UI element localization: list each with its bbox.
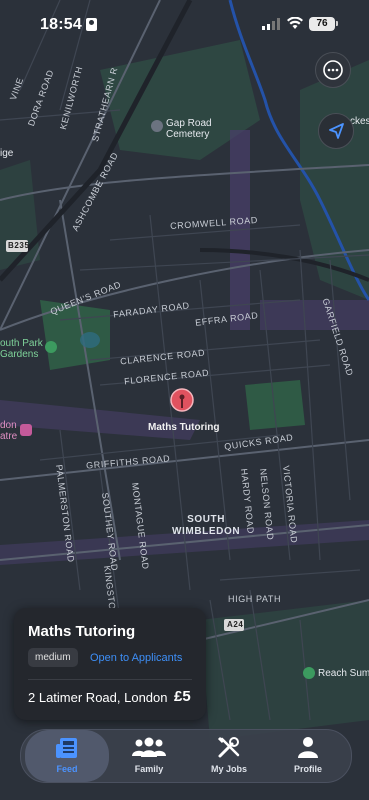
- tab-feed-label: Feed: [56, 764, 78, 774]
- map-label-ige: ige: [0, 148, 14, 159]
- job-status-link[interactable]: Open to Applicants: [90, 652, 182, 664]
- tab-my-jobs-label: My Jobs: [210, 764, 247, 774]
- job-address: 2 Latimer Road, London: [28, 690, 168, 705]
- map-label-south-wimbledon: SOUTH WIMBLEDON: [172, 514, 241, 537]
- tab-family[interactable]: Family: [109, 730, 189, 782]
- job-title: Maths Tutoring: [28, 623, 136, 640]
- road-shield-a24: A24: [227, 620, 244, 629]
- tab-family-label: Family: [134, 764, 164, 774]
- tab-profile[interactable]: Profile: [269, 730, 347, 782]
- map-label-gap-road-cemetery: Gap Road Cemetery: [166, 118, 212, 140]
- wifi-icon: [287, 17, 303, 29]
- locate-me-button[interactable]: [318, 113, 354, 149]
- job-card[interactable]: Maths Tutoring medium Open to Applicants…: [14, 608, 206, 720]
- more-options-button[interactable]: [315, 52, 351, 88]
- more-icon: [323, 60, 343, 80]
- tab-feed[interactable]: Feed: [25, 730, 109, 782]
- map-label-don-theatre: don atre: [0, 420, 18, 442]
- map-pin-icon: [170, 388, 194, 412]
- map-label-high-path: HIGH PATH: [228, 594, 282, 604]
- status-bar: 18:54 76: [0, 0, 369, 48]
- map-pin-label[interactable]: Maths Tutoring: [148, 422, 219, 433]
- battery-icon: 76: [309, 17, 335, 31]
- people-icon: [132, 737, 166, 757]
- battery-tip: [336, 21, 338, 26]
- map-label-south-park-gardens: outh Park Gardens: [0, 338, 43, 360]
- status-time: 18:54: [40, 16, 82, 33]
- location-arrow-icon: [329, 123, 344, 139]
- bottom-tab-bar: Feed Family My Jobs Profile: [20, 729, 352, 783]
- job-price: £5: [174, 688, 191, 705]
- tab-profile-label: Profile: [293, 764, 322, 774]
- signal-icon: [262, 18, 280, 30]
- difficulty-badge: medium: [28, 648, 78, 667]
- card-divider: [28, 679, 192, 680]
- person-icon: [298, 737, 318, 758]
- tools-icon: [217, 736, 240, 758]
- tab-my-jobs[interactable]: My Jobs: [189, 730, 269, 782]
- map-label-reach-sum: Reach Sum: [318, 668, 369, 679]
- focus-person-icon: [86, 18, 97, 31]
- road-shield-b235: B235: [8, 241, 30, 250]
- newspaper-icon: [56, 738, 77, 758]
